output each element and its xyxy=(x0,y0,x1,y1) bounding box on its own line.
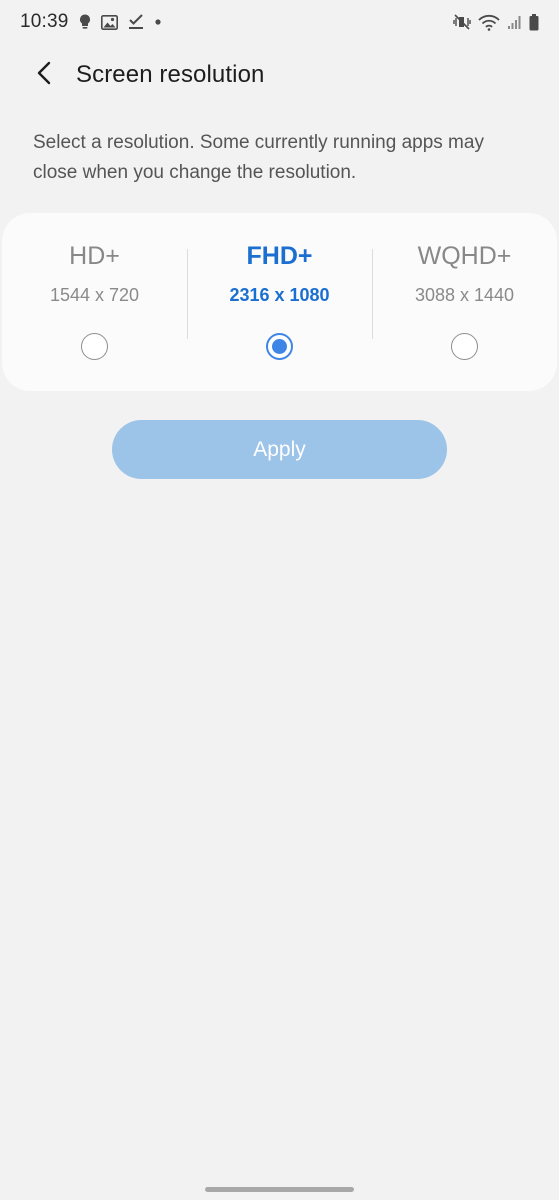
option-resolution: 2316 x 1080 xyxy=(229,285,330,305)
resolution-option-wqhd[interactable]: WQHD+ 3088 x 1440 xyxy=(372,213,557,391)
gesture-nav-handle[interactable] xyxy=(205,1187,354,1192)
screen: 10:39 Screen resolution Select a resolut… xyxy=(0,0,559,1200)
mute-vibrate-icon xyxy=(453,14,471,30)
option-resolution: 3088 x 1440 xyxy=(414,285,515,305)
resolution-options-card: HD+ 1544 x 720 FHD+ 2316 x 1080 WQHD+ 30… xyxy=(2,213,557,391)
page-title: Screen resolution xyxy=(76,61,265,88)
radio-button-wqhd[interactable] xyxy=(451,333,478,360)
resolution-option-fhd[interactable]: FHD+ 2316 x 1080 xyxy=(187,213,372,391)
app-bar: Screen resolution xyxy=(0,52,559,98)
radio-button-fhd[interactable] xyxy=(266,333,293,360)
status-time: 10:39 xyxy=(20,11,69,32)
check-download-icon xyxy=(128,14,144,30)
radio-dot xyxy=(272,339,287,354)
radio-button-hd[interactable] xyxy=(81,333,108,360)
wifi-icon xyxy=(478,14,500,31)
lightbulb-icon xyxy=(79,14,91,30)
option-name: FHD+ xyxy=(246,242,313,270)
chevron-left-icon xyxy=(37,61,51,90)
signal-icon xyxy=(507,15,522,30)
option-name: WQHD+ xyxy=(417,242,512,270)
status-left: 10:39 xyxy=(20,11,162,33)
resolution-option-hd[interactable]: HD+ 1544 x 720 xyxy=(2,213,187,391)
dot-icon xyxy=(154,18,162,26)
status-bar: 10:39 xyxy=(0,0,559,44)
option-name: HD+ xyxy=(69,242,120,270)
image-icon xyxy=(100,14,118,30)
back-button[interactable] xyxy=(21,52,67,98)
battery-icon xyxy=(529,13,539,31)
status-right xyxy=(453,13,539,31)
description-text: Select a resolution. Some currently runn… xyxy=(33,132,484,183)
option-resolution: 1544 x 720 xyxy=(49,285,140,305)
apply-button[interactable]: Apply xyxy=(112,420,447,479)
